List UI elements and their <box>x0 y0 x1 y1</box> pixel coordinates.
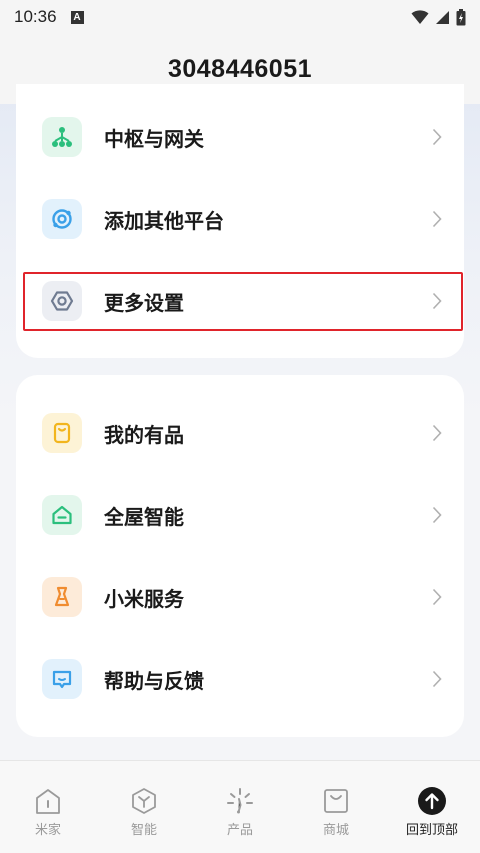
nav-tab-shop[interactable]: 商城 <box>288 761 384 853</box>
top-card: 中枢与网关 添加其他平台 更多设置 <box>16 84 464 358</box>
menu-item-help-feedback[interactable]: 帮助与反馈 <box>16 638 464 720</box>
settings-hexagon-icon <box>42 281 82 321</box>
nav-label: 米家 <box>34 823 61 838</box>
nav-label: 商城 <box>322 823 349 838</box>
feedback-icon <box>42 659 82 699</box>
menu-item-more-settings[interactable]: 更多设置 <box>16 260 464 342</box>
signal-icon <box>436 10 449 24</box>
notification-a-icon: A <box>70 10 84 24</box>
chevron-right-icon <box>432 292 442 310</box>
menu-item-label: 更多设置 <box>104 290 184 315</box>
chevron-right-icon <box>432 670 442 688</box>
add-platform-icon <box>42 199 82 239</box>
chevron-right-icon <box>432 128 442 146</box>
menu-item-youpin[interactable]: 我的有品 <box>16 392 464 474</box>
battery-icon <box>456 8 466 25</box>
nav-tab-products[interactable]: 产品 <box>192 761 288 853</box>
nav-label: 产品 <box>226 823 253 838</box>
hub-gateway-icon <box>42 117 82 157</box>
status-time: 10:36 <box>14 7 57 26</box>
back-to-top-icon <box>418 787 446 815</box>
menu-item-xiaomi-service[interactable]: 小米服务 <box>16 556 464 638</box>
menu-item-hub-gateway[interactable]: 中枢与网关 <box>16 96 464 178</box>
nav-tab-mijia[interactable]: 米家 <box>0 761 96 853</box>
products-sparkle-icon <box>227 788 253 814</box>
nav-label: 回到顶部 <box>405 823 458 838</box>
chevron-right-icon <box>432 506 442 524</box>
home-icon <box>36 789 60 814</box>
menu-item-label: 中枢与网关 <box>104 126 204 151</box>
smart-home-icon <box>42 495 82 535</box>
menu-item-smart-home[interactable]: 全屋智能 <box>16 474 464 556</box>
menu-item-add-platform[interactable]: 添加其他平台 <box>16 178 464 260</box>
menu-item-label: 全屋智能 <box>104 504 184 529</box>
bottom-nav: 米家 智能 产品 商城 回到顶部 <box>0 760 480 853</box>
chevron-right-icon <box>432 424 442 442</box>
wifi-icon <box>411 9 429 24</box>
chevron-right-icon <box>432 588 442 606</box>
menu-item-label: 添加其他平台 <box>104 208 224 233</box>
smart-cube-icon <box>132 788 156 814</box>
menu-item-label: 我的有品 <box>104 422 184 447</box>
service-icon <box>42 577 82 617</box>
bottom-card: 我的有品 全屋智能 小米服务 帮助与反馈 <box>16 375 464 737</box>
youpin-bag-icon <box>42 413 82 453</box>
status-indicators <box>411 8 466 26</box>
shop-bag-icon <box>324 789 348 813</box>
chevron-right-icon <box>432 210 442 228</box>
nav-tab-smart[interactable]: 智能 <box>96 761 192 853</box>
nav-back-to-top[interactable]: 回到顶部 <box>384 761 480 853</box>
nav-label: 智能 <box>130 823 157 838</box>
page-title: 3048446051 <box>167 54 313 83</box>
menu-item-label: 小米服务 <box>104 586 184 611</box>
status-bar: 10:36 A <box>0 0 480 34</box>
menu-item-label: 帮助与反馈 <box>104 668 204 693</box>
